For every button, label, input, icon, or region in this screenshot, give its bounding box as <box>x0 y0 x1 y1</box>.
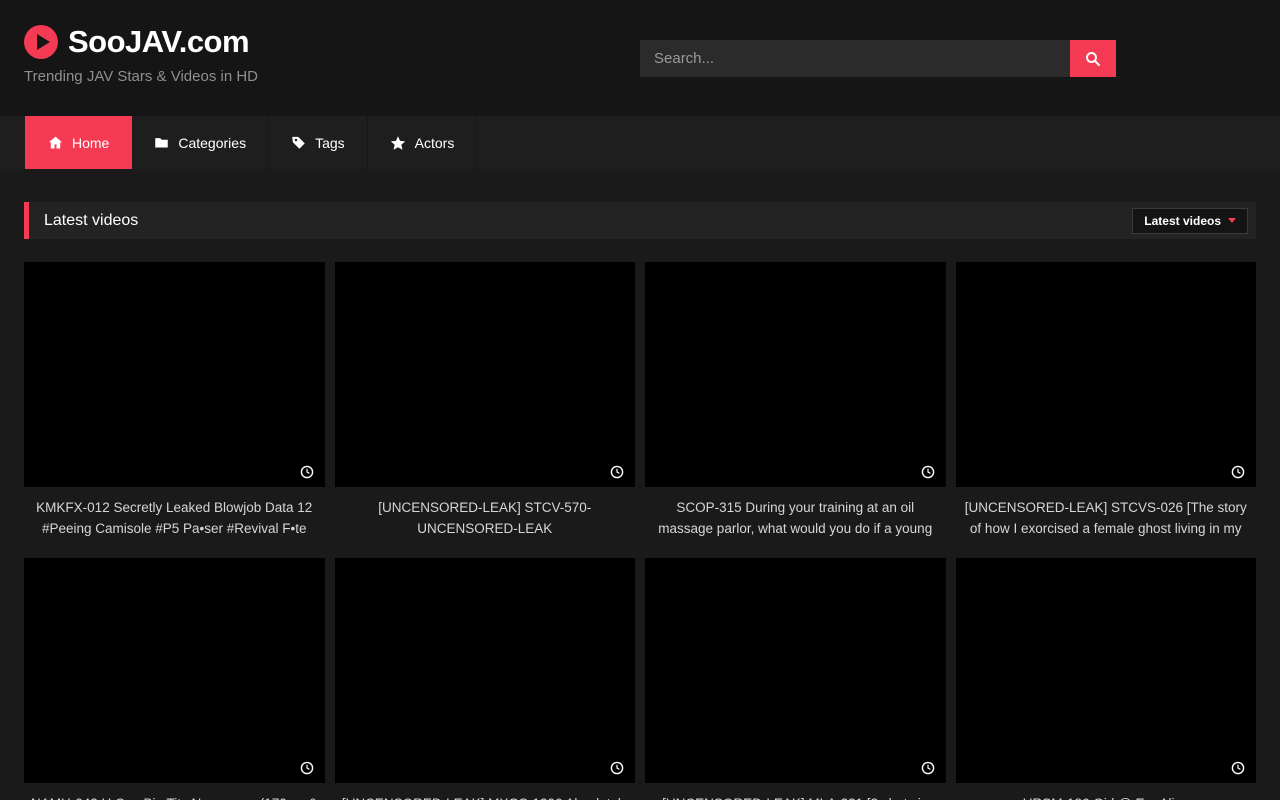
site-tagline: Trending JAV Stars & Videos in HD <box>24 68 258 85</box>
site-title: SooJAV.com <box>68 24 249 60</box>
star-icon <box>390 135 406 151</box>
sort-dropdown[interactable]: Latest videos <box>1132 208 1248 234</box>
clock-icon <box>1231 465 1245 479</box>
video-card: URSM-186 Girl @ Era Alice <box>956 558 1257 800</box>
video-card: [UNCENSORED-LEAK] MXGS-1206 Absolutely <box>335 558 636 800</box>
clock-icon <box>921 761 935 775</box>
video-title[interactable]: [UNCENSORED-LEAK] STCVS-026 [The story o… <box>956 498 1257 539</box>
section-header: Latest videos Latest videos <box>24 202 1256 239</box>
video-card: SCOP-315 During your training at an oil … <box>645 262 946 539</box>
video-thumbnail[interactable] <box>24 558 325 783</box>
nav-label: Actors <box>415 135 455 151</box>
clock-icon <box>300 465 314 479</box>
video-thumbnail[interactable] <box>24 262 325 487</box>
magnifier-icon <box>1084 50 1102 68</box>
video-card: [UNCENSORED-LEAK] STCV-570-UNCENSORED-LE… <box>335 262 636 539</box>
folder-icon <box>154 135 169 150</box>
site-logo[interactable]: SooJAV.com <box>24 24 258 60</box>
main-content: Latest videos Latest videos KMKFX-012 Se… <box>24 202 1256 800</box>
video-title[interactable]: SCOP-315 During your training at an oil … <box>645 498 946 539</box>
main-nav: Home Categories Tags Actors <box>0 116 1280 169</box>
clock-icon <box>300 761 314 775</box>
nav-label: Home <box>72 135 109 151</box>
sort-dropdown-label: Latest videos <box>1144 214 1221 228</box>
nav-item-home[interactable]: Home <box>25 116 132 169</box>
video-card: KMKFX-012 Secretly Leaked Blowjob Data 1… <box>24 262 325 539</box>
section-title: Latest videos <box>29 212 138 230</box>
video-grid: KMKFX-012 Secretly Leaked Blowjob Data 1… <box>24 262 1256 800</box>
video-title[interactable]: [UNCENSORED-LEAK] MLA-231 [3 shots in <box>645 794 946 800</box>
video-thumbnail[interactable] <box>956 558 1257 783</box>
video-thumbnail[interactable] <box>335 262 636 487</box>
play-circle-icon <box>24 25 58 59</box>
site-header: SooJAV.com Trending JAV Stars & Videos i… <box>0 0 1280 116</box>
video-thumbnail[interactable] <box>645 558 946 783</box>
clock-icon <box>1231 761 1245 775</box>
tag-icon <box>291 135 306 150</box>
clock-icon <box>610 465 624 479</box>
home-icon <box>48 135 63 150</box>
nav-label: Categories <box>178 135 246 151</box>
video-thumbnail[interactable] <box>956 262 1257 487</box>
video-title[interactable]: [UNCENSORED-LEAK] STCV-570-UNCENSORED-LE… <box>335 498 636 539</box>
video-title[interactable]: NAMH-042 H Cup Big Tits Newcomer (170cm … <box>24 794 325 800</box>
video-title[interactable]: [UNCENSORED-LEAK] MXGS-1206 Absolutely <box>335 794 636 800</box>
nav-item-categories[interactable]: Categories <box>132 116 269 169</box>
video-title[interactable]: URSM-186 Girl @ Era Alice <box>956 794 1257 800</box>
video-title[interactable]: KMKFX-012 Secretly Leaked Blowjob Data 1… <box>24 498 325 539</box>
video-card: [UNCENSORED-LEAK] MLA-231 [3 shots in <box>645 558 946 800</box>
nav-item-tags[interactable]: Tags <box>269 116 368 169</box>
clock-icon <box>921 465 935 479</box>
nav-item-actors[interactable]: Actors <box>368 116 478 169</box>
search-form <box>640 40 1116 77</box>
search-input[interactable] <box>640 40 1070 77</box>
video-card: [UNCENSORED-LEAK] STCVS-026 [The story o… <box>956 262 1257 539</box>
nav-label: Tags <box>315 135 345 151</box>
caret-down-icon <box>1228 218 1236 223</box>
clock-icon <box>610 761 624 775</box>
video-thumbnail[interactable] <box>645 262 946 487</box>
video-thumbnail[interactable] <box>335 558 636 783</box>
video-card: NAMH-042 H Cup Big Tits Newcomer (170cm … <box>24 558 325 800</box>
search-button[interactable] <box>1070 40 1116 77</box>
